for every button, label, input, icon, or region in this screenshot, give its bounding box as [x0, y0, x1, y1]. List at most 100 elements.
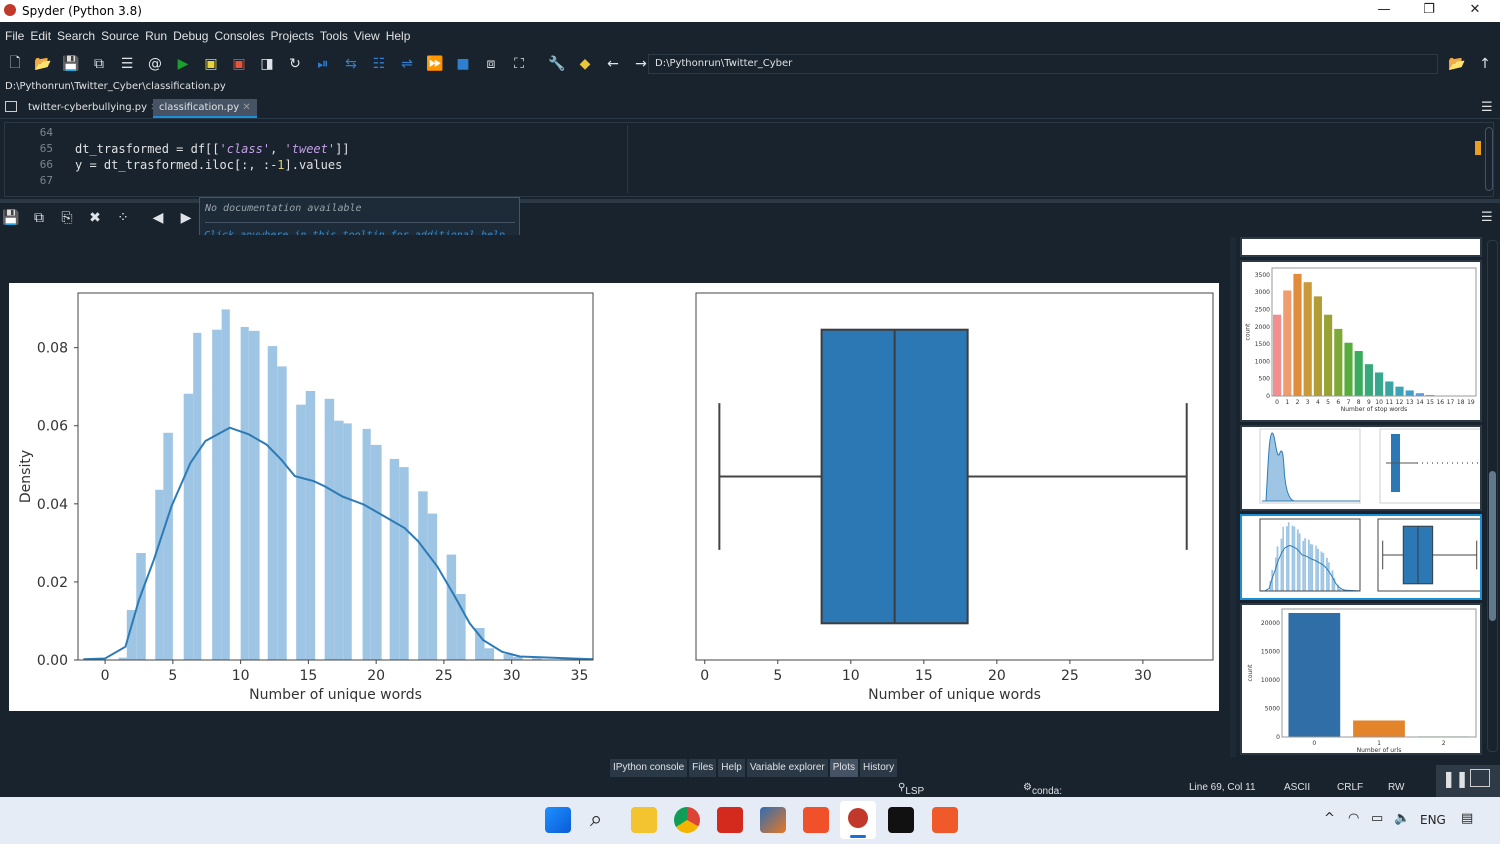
thumbnail-unique-words-selected[interactable]	[1240, 514, 1483, 600]
menu-source[interactable]: Source	[101, 29, 139, 43]
bar-8	[1354, 351, 1363, 396]
menu-debug[interactable]: Debug	[173, 29, 208, 43]
show-hidden-icons[interactable]: ^	[1324, 811, 1335, 826]
thumbnail-partial[interactable]	[1240, 237, 1482, 257]
remove-plot-icon[interactable]: ✖	[84, 207, 106, 229]
start-icon[interactable]	[545, 807, 571, 833]
menu-tools[interactable]: Tools	[320, 29, 348, 43]
notifications-icon[interactable]: ▤	[1461, 811, 1473, 826]
y-tick-label: 3500	[1255, 272, 1270, 279]
open-file-icon[interactable]: 📂	[32, 53, 54, 75]
parent-directory-icon[interactable]: ↑	[1474, 53, 1496, 75]
copy-plot-icon[interactable]: ⎘	[56, 207, 78, 229]
back-icon[interactable]: ←	[602, 53, 624, 75]
file-explorer-icon[interactable]	[631, 807, 657, 833]
sublime-icon[interactable]	[932, 807, 958, 833]
save-all-plots-icon[interactable]: ⧉	[28, 207, 50, 229]
tab-plots[interactable]: Plots	[829, 759, 858, 777]
save-icon[interactable]: 💾	[60, 53, 82, 75]
x-tick-label: 0	[700, 668, 709, 684]
thumbnail-urls[interactable]: 0 1 2 0 5000 10000 15000 20000 Number of urls cou…	[1240, 603, 1482, 755]
editor-scrollbar[interactable]	[1485, 127, 1493, 191]
browse-tabs-icon[interactable]	[5, 101, 17, 112]
step-return-icon[interactable]: ⇌	[396, 53, 418, 75]
language-indicator[interactable]: ENG	[1420, 813, 1446, 827]
tab-twitter-cyberbullying[interactable]: twitter-cyberbullying.py ✕	[22, 99, 165, 118]
browse-folder-icon[interactable]: 📂	[1446, 53, 1468, 75]
volume-icon[interactable]: 🔈	[1394, 811, 1410, 826]
scroll-marker	[1475, 141, 1481, 155]
fullscreen-icon[interactable]: ⛶	[508, 53, 530, 75]
search-icon[interactable]: ⌕	[590, 807, 602, 832]
matlab-icon[interactable]	[760, 807, 786, 833]
step-icon[interactable]: ⇆	[340, 53, 362, 75]
tab-ipython-console[interactable]: IPython console	[610, 759, 688, 777]
menu-projects[interactable]: Projects	[271, 29, 314, 43]
continue-icon[interactable]: ⏩	[424, 53, 446, 75]
tab-variable-explorer[interactable]: Variable explorer	[746, 759, 828, 777]
histogram-bar	[1298, 533, 1301, 591]
run-cell-icon[interactable]: ▣	[200, 53, 222, 75]
thumbnail-stop-words[interactable]: 0 1 2 3 4 5 6 7 8 9 10 11 12 13 14 15 16 17 18 19 0 500 1000 15…	[1240, 260, 1482, 422]
previous-plot-icon[interactable]: ◀	[147, 207, 169, 229]
histogram-bar	[1331, 570, 1334, 591]
y-tick-label: 0.02	[37, 575, 68, 591]
chrome-icon[interactable]	[674, 807, 700, 833]
maximize-button[interactable]: ❐	[1414, 2, 1444, 20]
wrench-icon[interactable]: 🔧	[546, 53, 568, 75]
battery-icon[interactable]: ▭	[1371, 811, 1383, 826]
wifi-icon[interactable]: ◠	[1348, 811, 1359, 826]
histogram-bar	[334, 420, 344, 660]
menu-run[interactable]: Run	[145, 29, 167, 43]
tab-history[interactable]: History	[859, 759, 898, 777]
menu-help[interactable]: Help	[386, 29, 411, 43]
menu-edit[interactable]: Edit	[30, 29, 51, 43]
thumbnails-scrollbar[interactable]	[1487, 240, 1498, 752]
tab-files[interactable]: Files	[689, 759, 717, 777]
python-path-icon[interactable]: ◆	[574, 53, 596, 75]
at-icon[interactable]: @	[144, 53, 166, 75]
rerun-icon[interactable]: ↻	[284, 53, 306, 75]
scrollbar-handle[interactable]	[1489, 471, 1496, 621]
menu-consoles[interactable]: Consoles	[214, 29, 264, 43]
thumbnail-splitter[interactable]	[1230, 237, 1236, 757]
close-tab-icon[interactable]: ✕	[242, 102, 250, 113]
pause-icon[interactable]: ❚❚	[1442, 769, 1469, 788]
x-tick-label: 12	[1396, 399, 1404, 406]
tab-classification[interactable]: classification.py ✕	[153, 99, 257, 118]
save-plot-icon[interactable]: 💾	[0, 207, 22, 229]
anydesk-icon[interactable]	[803, 807, 829, 833]
working-directory-input[interactable]: D:\Pythonrun\Twitter_Cyber	[648, 54, 1438, 74]
histogram-bar	[1291, 525, 1294, 591]
step-into-icon[interactable]: ☷	[368, 53, 390, 75]
run-selection-icon[interactable]: ◨	[256, 53, 278, 75]
close-button[interactable]: ✕	[1460, 2, 1490, 20]
next-plot-icon[interactable]: ▶	[175, 207, 197, 229]
run-icon[interactable]: ▶	[172, 53, 194, 75]
thumbnail-chars[interactable]	[1240, 425, 1485, 511]
bar-3	[1303, 282, 1312, 396]
minimize-button[interactable]: —	[1369, 2, 1399, 20]
new-file-icon[interactable]: 🗋	[4, 53, 26, 75]
plots-options-icon[interactable]: ☰	[1481, 210, 1493, 225]
menu-search[interactable]: Search	[57, 29, 95, 43]
menu-view[interactable]: View	[354, 29, 380, 43]
acrobat-icon[interactable]	[717, 807, 743, 833]
run-cell-advance-icon[interactable]: ▣	[228, 53, 250, 75]
options-menu-icon[interactable]: ☰	[1481, 100, 1493, 115]
remove-all-plots-icon[interactable]: ⁘	[112, 207, 134, 229]
spyder-taskbar-button[interactable]	[840, 801, 876, 839]
tab-help[interactable]: Help	[718, 759, 745, 777]
menu-file[interactable]: File	[5, 29, 24, 43]
terminal-icon[interactable]	[888, 807, 914, 833]
maximize-pane-icon[interactable]: ⧈	[480, 53, 502, 75]
debug-icon[interactable]: ⏯	[312, 53, 334, 75]
x-axis-label: Number of stop words	[1341, 406, 1407, 413]
stop-icon[interactable]: ■	[452, 53, 474, 75]
save-all-icon[interactable]: ⧉	[88, 53, 110, 75]
code-editor[interactable]: 64 65 66 67 dt_trasformed = df[['class',…	[4, 122, 1494, 197]
lsp-status: ⚲ LSP Python: ready	[898, 782, 939, 819]
outline-icon[interactable]: ☰	[116, 53, 138, 75]
status-bar: ⚲ LSP Python: ready ⚙ conda: base (Pytho…	[0, 778, 1500, 830]
screen-icon[interactable]	[1470, 769, 1490, 787]
